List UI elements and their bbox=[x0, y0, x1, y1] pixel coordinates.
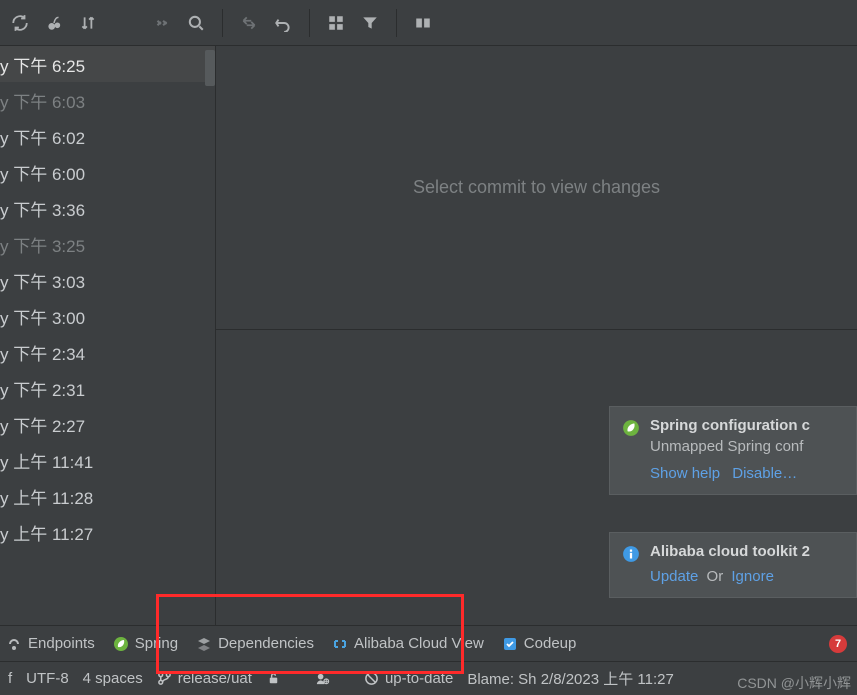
commit-item[interactable]: y 下午 2:31 bbox=[0, 370, 215, 406]
commit-item[interactable]: y 下午 6:03 bbox=[0, 82, 215, 118]
status-blame[interactable]: Blame: Sh 2/8/2023 上午 11:27 bbox=[467, 668, 674, 689]
tab-label: Spring bbox=[135, 635, 178, 652]
filter-icon[interactable] bbox=[360, 13, 380, 33]
toolbar-separator bbox=[222, 9, 223, 37]
commit-item[interactable]: y 下午 6:25 bbox=[0, 46, 215, 82]
commit-item[interactable]: y 下午 3:03 bbox=[0, 262, 215, 298]
tab-endpoints[interactable]: Endpoints bbox=[6, 635, 95, 652]
commit-item[interactable]: y 下午 6:00 bbox=[0, 154, 215, 190]
notification-spring: Spring configuration c Unmapped Spring c… bbox=[609, 406, 857, 495]
main-split: y 下午 6:25y 下午 6:03y 下午 6:02y 下午 6:00y 下午… bbox=[0, 46, 857, 625]
commit-item[interactable]: y 下午 3:36 bbox=[0, 190, 215, 226]
tool-window-tabs: Endpoints Spring Dependencies Alibaba Cl… bbox=[0, 625, 857, 661]
commit-item[interactable]: y 上午 11:27 bbox=[0, 514, 215, 550]
tab-label: Alibaba Cloud View bbox=[354, 635, 484, 652]
toolbar-separator bbox=[309, 9, 310, 37]
tab-label: Codeup bbox=[524, 635, 577, 652]
cherry-pick-icon[interactable] bbox=[44, 13, 64, 33]
sync-ok-icon bbox=[364, 671, 379, 686]
status-sync-text: up-to-date bbox=[385, 670, 453, 687]
tab-label: Endpoints bbox=[28, 635, 95, 652]
dependencies-icon bbox=[196, 636, 212, 652]
info-icon bbox=[622, 545, 640, 563]
status-indent[interactable]: 4 spaces bbox=[83, 670, 143, 687]
tab-codeup[interactable]: Codeup bbox=[502, 635, 577, 652]
sort-icon[interactable] bbox=[78, 13, 98, 33]
status-branch[interactable]: release/uat bbox=[157, 670, 252, 687]
vcs-log-toolbar bbox=[0, 0, 857, 46]
tab-dependencies[interactable]: Dependencies bbox=[196, 635, 314, 652]
undo-icon[interactable] bbox=[273, 13, 293, 33]
commit-item[interactable]: y 上午 11:41 bbox=[0, 442, 215, 478]
status-left-trunc: f bbox=[8, 670, 12, 687]
spring-icon bbox=[622, 419, 640, 437]
tab-spring[interactable]: Spring bbox=[113, 635, 178, 652]
tab-alibaba-cloud-view[interactable]: Alibaba Cloud View bbox=[332, 635, 484, 652]
commit-item[interactable]: y 上午 11:28 bbox=[0, 478, 215, 514]
refresh-icon[interactable] bbox=[10, 13, 30, 33]
detail-placeholder-text: Select commit to view changes bbox=[413, 177, 660, 198]
spring-icon bbox=[113, 636, 129, 652]
swap-icon[interactable] bbox=[239, 13, 259, 33]
notification-links: Update Or Ignore bbox=[650, 568, 844, 585]
commit-item[interactable]: y 下午 2:27 bbox=[0, 406, 215, 442]
status-sync[interactable]: up-to-date bbox=[364, 670, 453, 687]
status-bar: f UTF-8 4 spaces release/uat up-to-date … bbox=[0, 661, 857, 695]
status-branch-name: release/uat bbox=[178, 670, 252, 687]
problems-badge[interactable]: 7 bbox=[829, 635, 847, 653]
compare-icon[interactable] bbox=[413, 13, 433, 33]
notif-link-show-help[interactable]: Show help bbox=[650, 465, 720, 482]
tab-label: Dependencies bbox=[218, 635, 314, 652]
ide-window: { "toolbar": { "icons": ["refresh","cher… bbox=[0, 0, 857, 695]
notification-body: Unmapped Spring conf bbox=[650, 438, 844, 455]
status-encoding[interactable]: UTF-8 bbox=[26, 670, 69, 687]
commit-item[interactable]: y 下午 2:34 bbox=[0, 334, 215, 370]
endpoints-icon bbox=[6, 636, 22, 652]
agent-icon[interactable] bbox=[315, 671, 330, 686]
commit-detail-panel: Select commit to view changes Spring con… bbox=[216, 46, 857, 625]
toolbar-separator bbox=[396, 9, 397, 37]
more-icon[interactable] bbox=[152, 13, 172, 33]
notification-links: Show help Disable… bbox=[650, 465, 844, 482]
notif-link-update[interactable]: Update bbox=[650, 568, 698, 585]
search-icon[interactable] bbox=[186, 13, 206, 33]
notification-title: Spring configuration c bbox=[650, 417, 844, 434]
detail-placeholder: Select commit to view changes bbox=[216, 46, 857, 330]
commit-item[interactable]: y 下午 3:00 bbox=[0, 298, 215, 334]
notification-title: Alibaba cloud toolkit 2 bbox=[650, 543, 844, 560]
notification-alibaba: Alibaba cloud toolkit 2 Update Or Ignore bbox=[609, 532, 857, 598]
scrollbar-thumb[interactable] bbox=[205, 50, 215, 86]
branch-icon bbox=[157, 671, 172, 686]
commit-item[interactable]: y 下午 6:02 bbox=[0, 118, 215, 154]
commit-item[interactable]: y 下午 3:25 bbox=[0, 226, 215, 262]
notif-link-ignore[interactable]: Ignore bbox=[731, 568, 774, 585]
lock-icon[interactable] bbox=[266, 671, 281, 686]
codeup-icon bbox=[502, 636, 518, 652]
commit-list[interactable]: y 下午 6:25y 下午 6:03y 下午 6:02y 下午 6:00y 下午… bbox=[0, 46, 216, 625]
notif-link-disable[interactable]: Disable… bbox=[732, 465, 797, 482]
alibaba-icon bbox=[332, 636, 348, 652]
grid-icon[interactable] bbox=[326, 13, 346, 33]
